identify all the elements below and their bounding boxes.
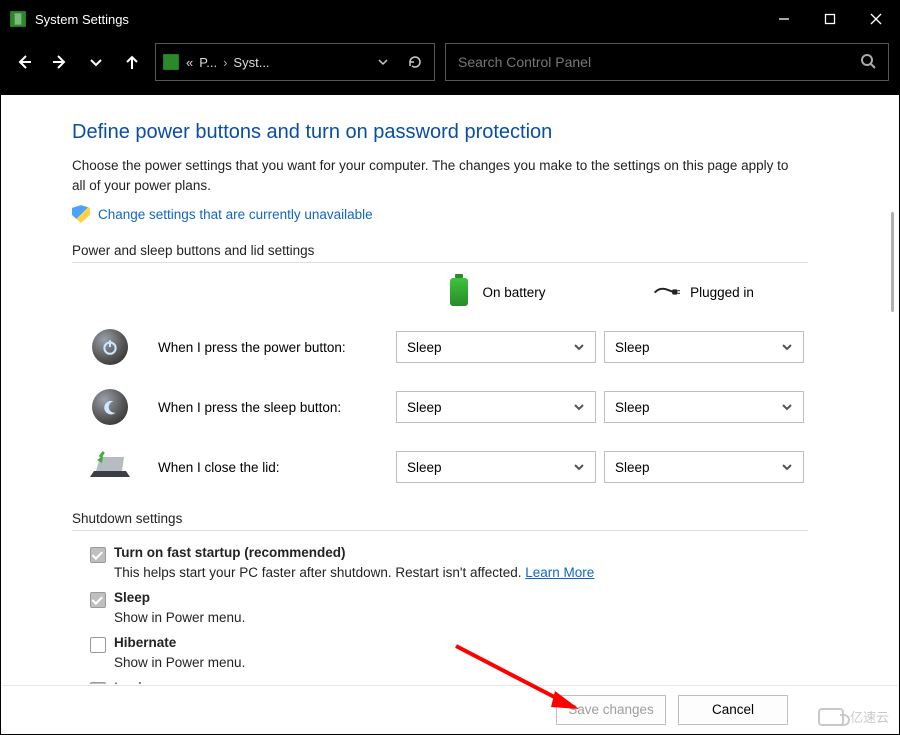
titlebar: System Settings <box>1 1 899 37</box>
power-button-plugged-select[interactable]: Sleep <box>604 331 804 363</box>
content-area: Define power buttons and turn on passwor… <box>2 97 898 684</box>
change-settings-link[interactable]: Change settings that are currently unava… <box>98 207 373 222</box>
breadcrumb-prefix: « <box>186 55 193 70</box>
back-button[interactable] <box>11 47 37 77</box>
row-power-button-label: When I press the power button: <box>158 340 388 355</box>
breadcrumb-part-2[interactable]: Syst... <box>233 55 269 70</box>
section-power-sleep: Power and sleep buttons and lid settings <box>72 243 808 263</box>
recent-locations-button[interactable] <box>83 47 109 77</box>
row-sleep-button-label: When I press the sleep button: <box>158 400 388 415</box>
col-header-battery: On battery <box>396 277 596 307</box>
fast-startup-title: Turn on fast startup (recommended) <box>114 545 346 560</box>
chevron-down-icon <box>781 401 793 413</box>
chevron-down-icon <box>781 461 793 473</box>
navbar: « P... › Syst... Search Control Panel <box>1 37 899 95</box>
hibernate-title: Hibernate <box>114 635 176 650</box>
checkbox-lock[interactable] <box>90 682 106 684</box>
breadcrumb[interactable]: « P... › Syst... <box>155 43 435 81</box>
sleep-desc: Show in Power menu. <box>114 610 808 625</box>
fast-startup-desc: This helps start your PC faster after sh… <box>114 565 808 580</box>
sleep-button-battery-select[interactable]: Sleep <box>396 391 596 423</box>
hibernate-desc: Show in Power menu. <box>114 655 808 670</box>
battery-icon <box>450 278 468 306</box>
search-icon[interactable] <box>860 53 876 72</box>
shield-icon <box>72 205 90 223</box>
power-options-grid: On battery Plugged in When I press the p… <box>90 277 808 487</box>
chevron-down-icon <box>573 401 585 413</box>
watermark-text: 亿速云 <box>850 707 889 726</box>
lid-battery-select[interactable]: Sleep <box>396 451 596 483</box>
search-input[interactable]: Search Control Panel <box>445 43 889 81</box>
window-title: System Settings <box>35 12 129 27</box>
sleep-button-plugged-select[interactable]: Sleep <box>604 391 804 423</box>
page-subtext: Choose the power settings that you want … <box>72 156 792 195</box>
cancel-button[interactable]: Cancel <box>678 695 788 725</box>
lid-plugged-select[interactable]: Sleep <box>604 451 804 483</box>
maximize-button[interactable] <box>807 1 853 37</box>
close-button[interactable] <box>853 1 899 37</box>
refresh-button[interactable] <box>402 54 428 70</box>
search-placeholder: Search Control Panel <box>458 54 591 70</box>
checkbox-fast-startup[interactable] <box>90 547 106 563</box>
learn-more-link[interactable]: Learn More <box>525 565 594 580</box>
laptop-lid-icon <box>88 451 132 484</box>
breadcrumb-icon <box>162 53 180 71</box>
up-button[interactable] <box>119 47 145 77</box>
row-lid-label: When I close the lid: <box>158 460 388 475</box>
save-button[interactable]: Save changes <box>556 695 666 725</box>
breadcrumb-dropdown[interactable] <box>370 56 396 68</box>
scrollbar[interactable] <box>891 212 894 312</box>
footer: Save changes Cancel <box>2 685 898 733</box>
chevron-down-icon <box>573 461 585 473</box>
watermark: 亿速云 <box>818 707 889 726</box>
sleep-title: Sleep <box>114 590 150 605</box>
plug-icon <box>654 277 680 307</box>
minimize-button[interactable] <box>761 1 807 37</box>
checkbox-hibernate[interactable] <box>90 637 106 653</box>
forward-button[interactable] <box>47 47 73 77</box>
power-button-battery-select[interactable]: Sleep <box>396 331 596 363</box>
app-icon <box>9 10 27 28</box>
chevron-down-icon <box>781 341 793 353</box>
watermark-icon <box>818 708 844 726</box>
power-button-icon <box>92 329 128 365</box>
section-shutdown: Shutdown settings <box>72 511 808 531</box>
chevron-down-icon <box>573 341 585 353</box>
checkbox-sleep[interactable] <box>90 592 106 608</box>
lock-title: Lock <box>114 680 146 684</box>
chevron-right-icon: › <box>223 55 227 70</box>
col-header-plugged: Plugged in <box>604 277 804 307</box>
sleep-button-icon <box>92 389 128 425</box>
page-heading: Define power buttons and turn on passwor… <box>72 121 808 144</box>
breadcrumb-part-1[interactable]: P... <box>199 55 217 70</box>
